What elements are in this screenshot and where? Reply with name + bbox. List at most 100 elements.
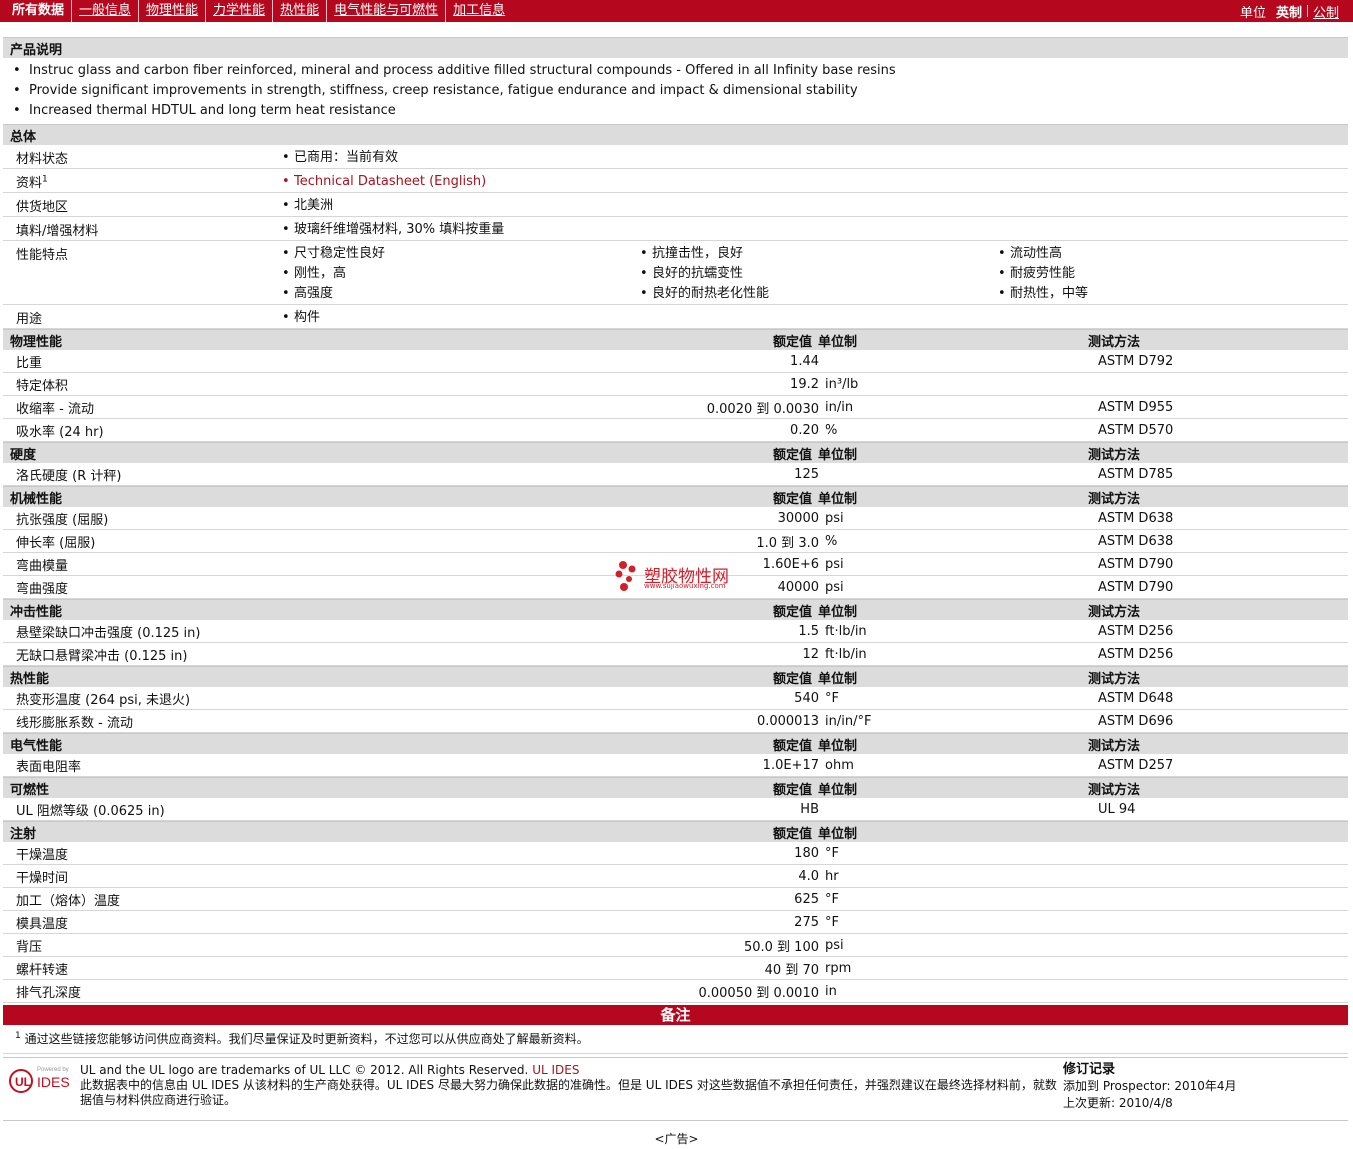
nominal-header: 额定值	[772, 826, 812, 842]
property-row: 无缺口悬臂梁冲击 (0.125 in) 12 ft·lb/in ASTM D256	[3, 643, 1348, 666]
section-header: 机械性能 额定值 单位制 测试方法	[3, 486, 1348, 507]
tab-thermal[interactable]: 热性能	[272, 0, 326, 22]
general-row-values: 玻璃纤维增强材料, 30% 填料按重量	[278, 217, 1348, 240]
section-header: 硬度 额定值 单位制 测试方法	[3, 442, 1348, 463]
property-label: 弯曲强度	[16, 581, 69, 597]
general-row: 资料1Technical Datasheet (English)	[3, 169, 1348, 193]
footnote-marker: 1	[42, 174, 48, 185]
property-unit: °F	[825, 690, 839, 706]
property-row: 排气孔深度 0.00050 到 0.0010 in	[3, 980, 1348, 1003]
property-value: 30000	[777, 510, 819, 526]
nominal-header: 额定值	[772, 334, 812, 350]
general-row-values: Technical Datasheet (English)	[278, 169, 1348, 192]
property-row: 干燥温度 180 °F	[3, 842, 1348, 865]
tab-physical[interactable]: 物理性能	[138, 0, 205, 22]
feature-item: 尺寸稳定性良好	[278, 244, 636, 264]
description-item: Increased thermal HDTUL and long term he…	[3, 101, 1348, 121]
section-header-description: 产品说明	[3, 37, 1348, 58]
property-unit: in/in	[825, 399, 854, 415]
property-row: 表面电阻率 1.0E+17 ohm ASTM D257	[3, 754, 1348, 777]
property-test-method: ASTM D638	[1098, 533, 1174, 549]
property-unit: °F	[825, 845, 839, 861]
logo-powered-by: Powered by	[37, 1067, 69, 1073]
property-label: 排气孔深度	[16, 985, 82, 1001]
property-row: 吸水率 (24 hr) 0.20% ASTM D570	[3, 419, 1348, 442]
ad-placeholder: <广告>	[654, 1132, 699, 1146]
feature-item: 流动性高	[994, 244, 1334, 264]
property-test-method: ASTM D696	[1098, 713, 1174, 729]
general-row-value: 玻璃纤维增强材料, 30% 填料按重量	[278, 220, 1348, 240]
section-title: 电气性能	[10, 738, 63, 754]
tab-general-info[interactable]: 一般信息	[71, 0, 138, 22]
watermark-url: www.sujiaowuxing.com	[644, 582, 726, 590]
tab-electrical-flammability[interactable]: 电气性能与可燃性	[326, 0, 445, 22]
property-label: 特定体积	[16, 378, 69, 394]
nominal-header: 额定值	[772, 604, 812, 620]
feature-item: 良好的抗蠕变性	[636, 264, 994, 284]
notes-text: 1 通过这些链接您能够访问供应商资料。我们尽量保证及时更新资料，不过您可以从供应…	[3, 1025, 1348, 1054]
description-list: Instruc glass and carbon fiber reinforce…	[3, 58, 1348, 124]
feature-item: 耐热性，中等	[994, 284, 1334, 304]
property-label: 无缺口悬臂梁冲击 (0.125 in)	[16, 648, 188, 664]
property-test-method: ASTM D955	[1098, 399, 1174, 415]
section-title: 可燃性	[10, 782, 50, 798]
general-row-values: 北美洲	[278, 193, 1348, 216]
property-value: 540	[794, 690, 819, 706]
ul-ides-link[interactable]: UL IDES	[532, 1063, 579, 1077]
general-row-label-cell: 供货地区	[3, 193, 278, 216]
property-label: 加工（熔体）温度	[16, 893, 121, 909]
property-unit: %	[825, 422, 838, 438]
property-test-method: ASTM D785	[1098, 466, 1174, 482]
general-row-value: 北美洲	[278, 196, 1348, 216]
trademark-text: UL and the UL logo are trademarks of UL …	[80, 1063, 529, 1077]
unit-metric-link[interactable]: 公制	[1308, 2, 1339, 21]
property-label: 背压	[16, 939, 43, 955]
tab-mechanical[interactable]: 力学性能	[205, 0, 272, 22]
property-row: 收缩率 - 流动 0.0020 到 0.0030 in/in ASTM D955	[3, 396, 1348, 419]
unit-header: 单位制	[818, 491, 858, 507]
property-row: 背压 50.0 到 100 psi	[3, 934, 1348, 957]
feature-item: 良好的耐热老化性能	[636, 284, 994, 304]
property-value: 12	[802, 646, 819, 662]
tab-processing[interactable]: 加工信息	[445, 0, 512, 22]
property-test-method: UL 94	[1098, 801, 1136, 817]
section-title: 产品说明	[10, 42, 63, 58]
feature-item: 高强度	[278, 284, 636, 304]
unit-header: 单位制	[818, 738, 858, 754]
property-row: 伸长率 (屈服) 1.0 到 3.0% ASTM D638	[3, 530, 1348, 553]
property-label: 收缩率 - 流动	[16, 401, 94, 417]
datasheet: 产品说明 Instruc glass and carbon fiber rein…	[3, 37, 1348, 1054]
features-column: 流动性高耐疲劳性能耐热性，中等	[994, 244, 1334, 304]
general-row-values: 已商用：当前有效	[278, 145, 1348, 168]
property-value: 19.2	[790, 376, 819, 392]
nominal-header: 额定值	[772, 671, 812, 687]
property-value: 275	[794, 914, 819, 930]
revision-history: 修订记录 添加到 Prospector: 2010年4月 上次更新: 2010/…	[1063, 1061, 1237, 1112]
property-value: 1.0E+17	[762, 757, 819, 773]
unit-header: 单位制	[818, 334, 858, 350]
property-value: 40 到 70	[764, 962, 819, 978]
property-label: 干燥时间	[16, 870, 69, 886]
tab-all-data[interactable]: 所有数据	[12, 0, 71, 22]
top-nav-bar: 所有数据 一般信息 物理性能 力学性能 热性能 电气性能与可燃性 加工信息 单位…	[0, 0, 1353, 22]
property-test-method: ASTM D570	[1098, 422, 1174, 438]
property-label: 热变形温度 (264 psi, 未退火)	[16, 692, 191, 708]
property-value: 180	[794, 845, 819, 861]
features-column: 尺寸稳定性良好刚性，高高强度	[278, 244, 636, 304]
property-value: 1.0 到 3.0	[756, 535, 819, 551]
property-label: 模具温度	[16, 916, 69, 932]
test-method-header: 测试方法	[1088, 671, 1141, 687]
section-title: 机械性能	[10, 491, 63, 507]
property-value: 625	[794, 891, 819, 907]
general-row: 材料状态 已商用：当前有效	[3, 145, 1348, 169]
property-row: 线形膨胀系数 - 流动 0.000013 in/in/°F ASTM D696	[3, 710, 1348, 733]
property-value: 0.00050 到 0.0010	[698, 985, 819, 1001]
section-header: 注射 额定值 单位制	[3, 821, 1348, 842]
description-item: Instruc glass and carbon fiber reinforce…	[3, 61, 1348, 81]
property-unit: in³/lb	[825, 376, 859, 392]
test-method-header: 测试方法	[1088, 782, 1141, 798]
unit-imperial[interactable]: 英制	[1271, 2, 1307, 21]
datasheet-link[interactable]: Technical Datasheet (English)	[278, 172, 1348, 192]
test-method-header: 测试方法	[1088, 604, 1141, 620]
property-row: 模具温度 275 °F	[3, 911, 1348, 934]
